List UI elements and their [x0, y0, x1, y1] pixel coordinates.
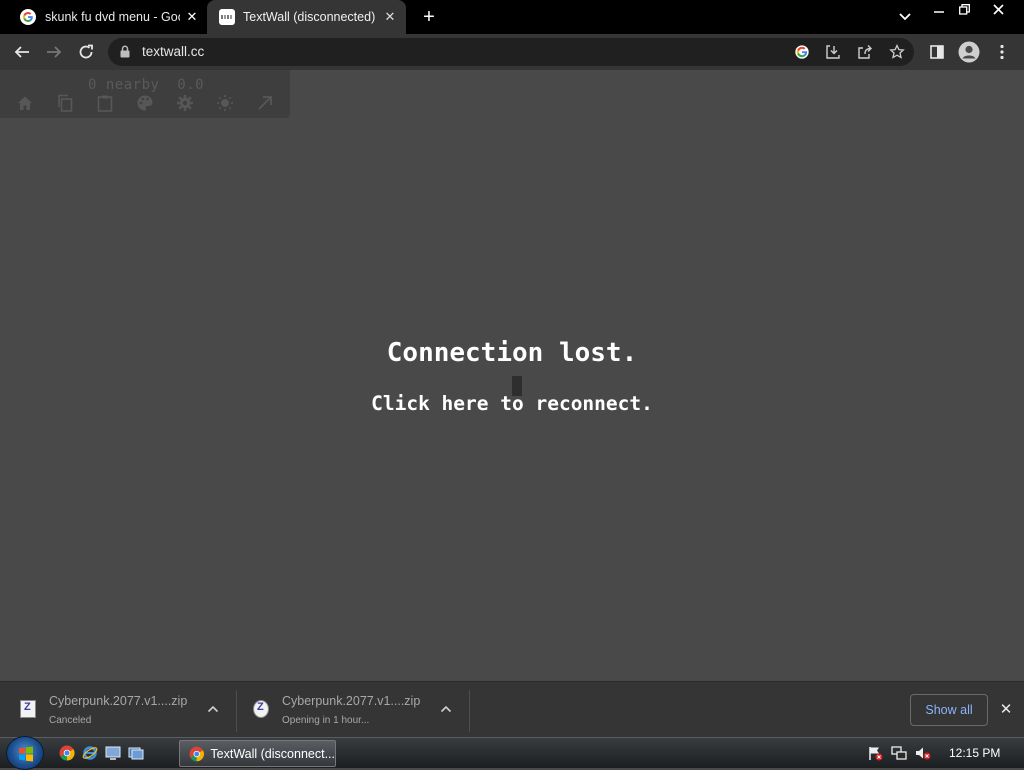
network-icon[interactable]	[891, 745, 907, 761]
divider	[236, 690, 237, 732]
browser-toolbar: textwall.cc	[0, 34, 1024, 70]
home-icon[interactable]	[16, 94, 34, 112]
brightness-icon[interactable]	[216, 94, 234, 112]
download-filename: Cyberpunk.2077.v1....zip	[49, 694, 188, 708]
tab-close-icon[interactable]: ✕	[382, 9, 398, 25]
start-button[interactable]	[6, 736, 44, 770]
chevron-down-icon[interactable]	[897, 8, 913, 24]
textwall-favicon	[219, 9, 235, 25]
show-all-button[interactable]: Show all	[910, 694, 988, 726]
textwall-page[interactable]: 0 nearby 0.0 Connection lost. Click here…	[0, 70, 1024, 681]
url-text[interactable]: textwall.cc	[142, 44, 204, 59]
minimize-icon[interactable]	[928, 0, 950, 18]
tab-strip: skunk fu dvd menu - Goo ✕ TextWall (disc…	[0, 0, 1024, 34]
tab-textwall[interactable]: TextWall (disconnected) ✕	[207, 0, 406, 34]
bookmark-star-icon[interactable]	[888, 43, 906, 61]
textwall-menu-bar: 0 nearby 0.0	[0, 70, 290, 118]
install-app-icon[interactable]	[824, 43, 842, 61]
download-item[interactable]: Cyberpunk.2077.v1....zip Canceled	[20, 682, 230, 738]
new-tab-plus-icon[interactable]: +	[419, 6, 439, 28]
windows-taskbar: TextWall (disconnect... 12:15 PM	[0, 736, 1024, 770]
palette-icon[interactable]	[136, 94, 154, 112]
divider	[469, 690, 470, 732]
switch-windows-icon[interactable]	[128, 745, 144, 761]
reload-icon[interactable]	[75, 41, 97, 63]
download-filename: Cyberpunk.2077.v1....zip	[282, 694, 421, 708]
chrome-icon[interactable]	[59, 745, 75, 761]
lock-icon[interactable]	[119, 45, 131, 58]
taskbar-chrome-window[interactable]: TextWall (disconnect...	[179, 740, 336, 767]
tab-skunk-fu[interactable]: skunk fu dvd menu - Goo ✕	[0, 0, 207, 34]
chevron-up-icon[interactable]	[206, 702, 220, 716]
share-icon[interactable]	[856, 43, 874, 61]
action-center-flag-icon[interactable]	[867, 745, 883, 761]
forward-arrow-icon[interactable]	[43, 41, 65, 63]
taskbar-window-title: TextWall (disconnect...	[210, 746, 335, 761]
connection-lost-heading: Connection lost.	[386, 338, 638, 368]
chevron-up-icon[interactable]	[439, 702, 453, 716]
arrow-up-right-icon[interactable]	[256, 94, 274, 112]
close-icon[interactable]: ✕	[998, 701, 1014, 718]
reconnect-link[interactable]: Click here to reconnect.	[0, 392, 1024, 415]
zip-archive-icon	[253, 700, 269, 718]
internet-explorer-icon[interactable]	[82, 745, 98, 761]
nearby-counter: 0 nearby 0.0	[88, 77, 205, 93]
download-item[interactable]: Cyberpunk.2077.v1....zip Opening in 1 ho…	[253, 682, 463, 738]
system-clock[interactable]: 12:15 PM	[949, 746, 1000, 760]
show-desktop-icon[interactable]	[105, 745, 121, 761]
zip-archive-icon	[20, 700, 36, 718]
tab-title: skunk fu dvd menu - Goo	[45, 10, 180, 24]
download-shelf: Cyberpunk.2077.v1....zip Canceled Cyberp…	[0, 681, 1024, 737]
volume-muted-icon[interactable]	[915, 745, 931, 761]
address-bar[interactable]: textwall.cc	[108, 38, 914, 66]
profile-avatar-icon[interactable]	[958, 41, 980, 63]
tab-title: TextWall (disconnected)	[243, 10, 376, 24]
clipboard-icon[interactable]	[96, 94, 114, 112]
download-status: Canceled	[49, 715, 92, 726]
side-panel-icon[interactable]	[926, 41, 948, 63]
google-g-icon	[20, 9, 36, 25]
google-lens-g-icon[interactable]	[793, 43, 811, 61]
restore-icon[interactable]	[953, 0, 975, 18]
chrome-icon	[189, 746, 204, 761]
windows-logo-icon	[19, 746, 33, 762]
kebab-menu-icon[interactable]	[991, 41, 1013, 63]
download-status: Opening in 1 hour...	[282, 715, 370, 726]
copy-icon[interactable]	[56, 94, 74, 112]
tab-close-icon[interactable]: ✕	[184, 9, 200, 25]
back-arrow-icon[interactable]	[11, 41, 33, 63]
gear-icon[interactable]	[176, 94, 194, 112]
window-close-icon[interactable]	[986, 0, 1010, 18]
